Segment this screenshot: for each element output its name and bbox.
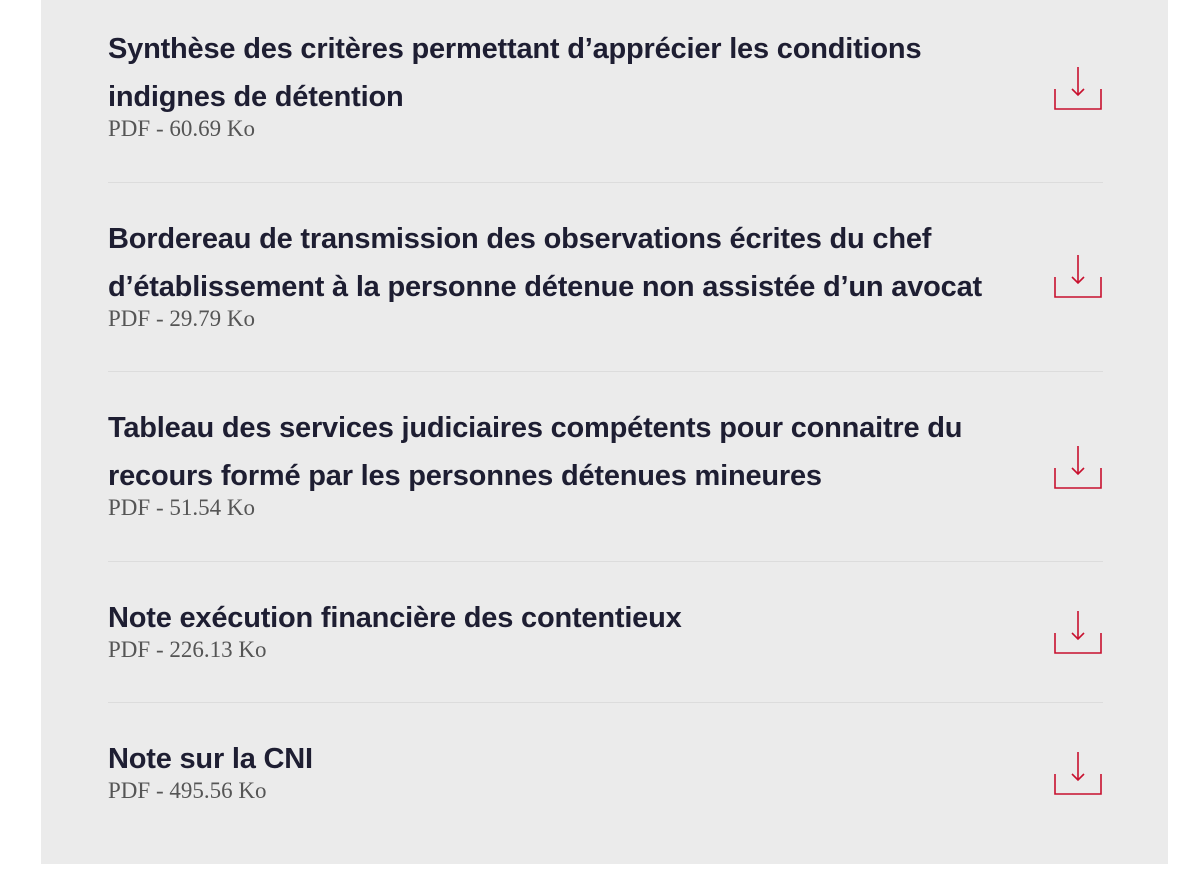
document-meta: PDF - 495.56 Ko — [108, 778, 267, 803]
document-item: Note exécution financière des contentieu… — [108, 594, 1103, 664]
download-icon — [1053, 253, 1103, 301]
download-button[interactable] — [1053, 750, 1103, 798]
download-button[interactable] — [1053, 609, 1103, 657]
documents-panel: Synthèse des critères permettant d’appré… — [41, 0, 1168, 864]
divider — [108, 371, 1103, 372]
download-button[interactable] — [1053, 253, 1103, 301]
download-icon — [1053, 609, 1103, 657]
divider — [108, 182, 1103, 183]
document-title[interactable]: Bordereau de transmission des observatio… — [108, 215, 1038, 311]
document-title[interactable]: Note exécution financière des contentieu… — [108, 594, 1038, 642]
document-item: Bordereau de transmission des observatio… — [108, 215, 1103, 333]
document-title[interactable]: Note sur la CNI — [108, 735, 1038, 783]
document-title[interactable]: Tableau des services judiciaires compéte… — [108, 404, 1038, 500]
document-item: Synthèse des critères permettant d’appré… — [108, 25, 1103, 143]
download-icon — [1053, 750, 1103, 798]
download-button[interactable] — [1053, 65, 1103, 113]
divider — [108, 561, 1103, 562]
document-item: Note sur la CNI PDF - 495.56 Ko — [108, 735, 1103, 805]
download-icon — [1053, 444, 1103, 492]
download-icon — [1053, 65, 1103, 113]
document-item: Tableau des services judiciaires compéte… — [108, 404, 1103, 522]
document-title[interactable]: Synthèse des critères permettant d’appré… — [108, 25, 1038, 121]
download-button[interactable] — [1053, 444, 1103, 492]
divider — [108, 702, 1103, 703]
